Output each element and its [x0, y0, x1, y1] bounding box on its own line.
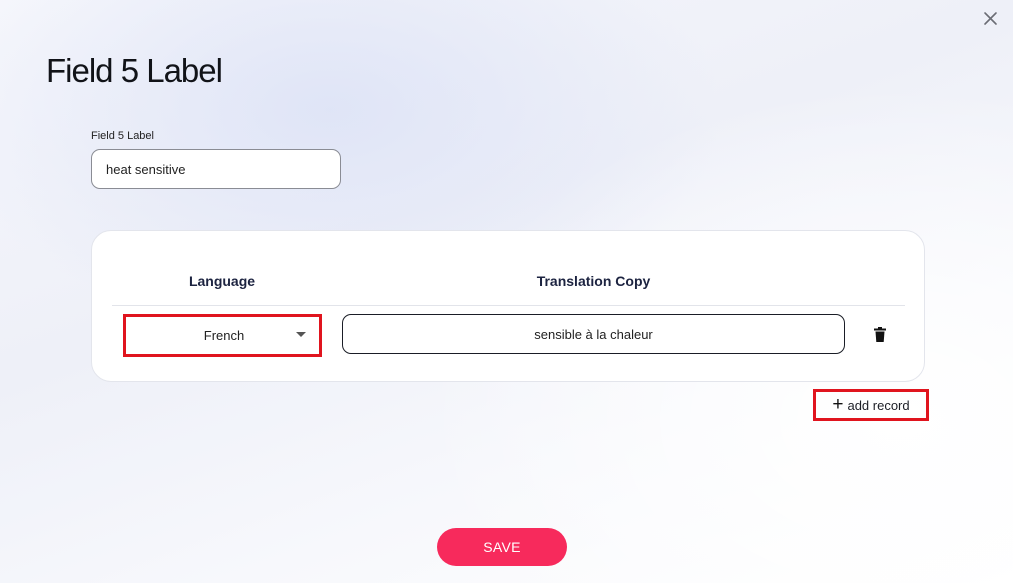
close-icon[interactable]: [981, 9, 1000, 28]
translations-card: Language Translation Copy French: [91, 230, 925, 382]
header-divider: [112, 305, 905, 306]
translation-column-header: Translation Copy: [536, 273, 651, 289]
save-button[interactable]: SAVE: [437, 528, 567, 566]
language-select-value: French: [203, 328, 245, 343]
trash-icon[interactable]: [874, 327, 886, 342]
field-label-input[interactable]: [91, 149, 341, 189]
language-column-header: Language: [188, 273, 256, 289]
dialog-title: Field 5 Label: [46, 52, 223, 89]
language-select[interactable]: French: [123, 314, 322, 357]
caret-down-icon: [296, 332, 306, 337]
add-record-button[interactable]: + add record: [813, 389, 929, 421]
field-label: Field 5 Label: [91, 130, 154, 142]
add-record-label: add record: [847, 397, 910, 413]
plus-icon: +: [832, 393, 844, 415]
translation-input[interactable]: [342, 314, 845, 354]
